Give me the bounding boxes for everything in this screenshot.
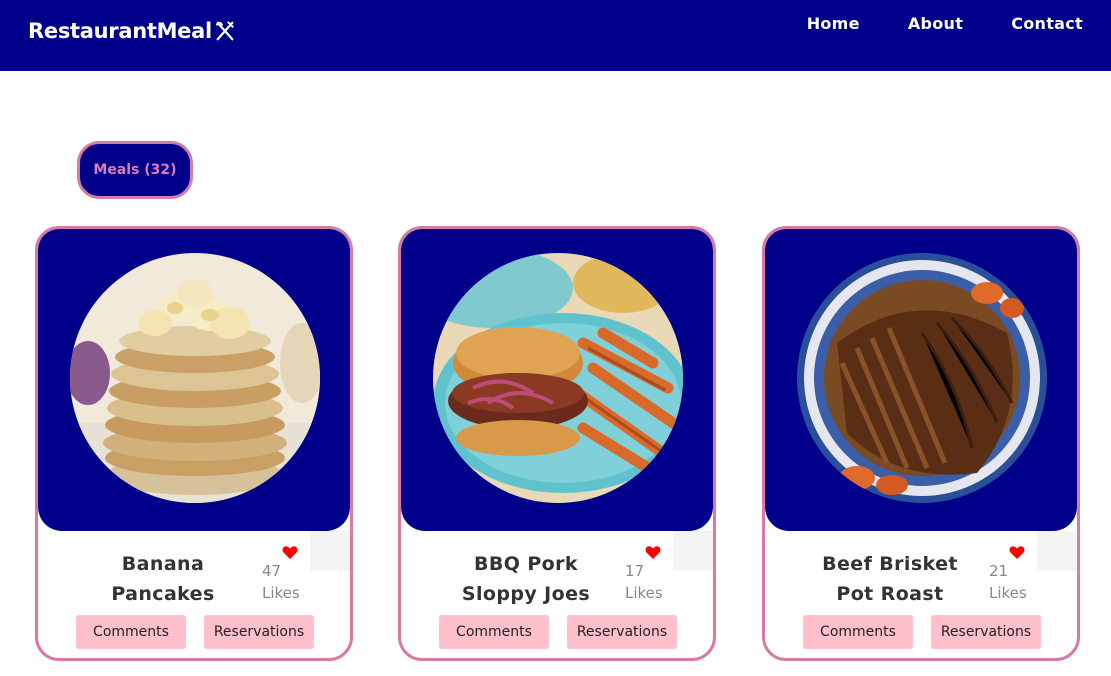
reservations-button[interactable]: Reservations xyxy=(204,615,314,649)
bbq-sloppy-joes-image xyxy=(433,253,683,503)
heart-icon[interactable] xyxy=(282,545,298,560)
likes-count: 47 xyxy=(262,562,282,580)
meal-name: Banana Pancakes xyxy=(111,553,215,605)
fork-knife-icon xyxy=(215,21,234,41)
reservations-button[interactable]: Reservations xyxy=(567,615,677,649)
meals-tab[interactable]: Meals (32) xyxy=(77,141,193,199)
likes-block: 17 Likes xyxy=(625,545,685,604)
meal-card: BBQ Pork Sloppy Joes 17 Likes Comments R… xyxy=(398,226,716,661)
meal-name: Beef Brisket Pot Roast xyxy=(822,553,958,605)
card-image-area xyxy=(765,229,1077,531)
likes-label: Likes xyxy=(625,584,663,602)
reservations-button[interactable]: Reservations xyxy=(931,615,1041,649)
likes-label: Likes xyxy=(262,584,300,602)
comments-button[interactable]: Comments xyxy=(76,615,186,649)
likes-label: Likes xyxy=(989,584,1027,602)
comments-button[interactable]: Comments xyxy=(439,615,549,649)
likes-block: 47 Likes xyxy=(262,545,322,604)
nav-about-link[interactable]: About xyxy=(908,14,963,33)
navbar: RestaurantMeal Home About Contact xyxy=(0,0,1111,71)
likes-block: 21 Likes xyxy=(989,545,1049,604)
brand-logo[interactable]: RestaurantMeal xyxy=(28,19,236,43)
nav-contact-link[interactable]: Contact xyxy=(1011,14,1083,33)
brand-name: RestaurantMeal xyxy=(28,19,212,43)
nav-home-link[interactable]: Home xyxy=(807,14,860,33)
nav-links: Home About Contact xyxy=(807,14,1083,33)
heart-icon[interactable] xyxy=(645,545,661,560)
meal-name: BBQ Pork Sloppy Joes xyxy=(461,553,591,605)
likes-count: 17 xyxy=(625,562,645,580)
banana-pancakes-image xyxy=(70,253,320,503)
meal-card: Beef Brisket Pot Roast 21 Likes Comments… xyxy=(762,226,1080,661)
card-image-area xyxy=(38,229,350,531)
comments-button[interactable]: Comments xyxy=(803,615,913,649)
meal-card: Banana Pancakes 47 Likes Comments Reserv… xyxy=(35,226,353,661)
heart-icon[interactable] xyxy=(1009,545,1025,560)
likes-count: 21 xyxy=(989,562,1009,580)
card-image-area xyxy=(401,229,713,531)
beef-brisket-image xyxy=(797,253,1047,503)
